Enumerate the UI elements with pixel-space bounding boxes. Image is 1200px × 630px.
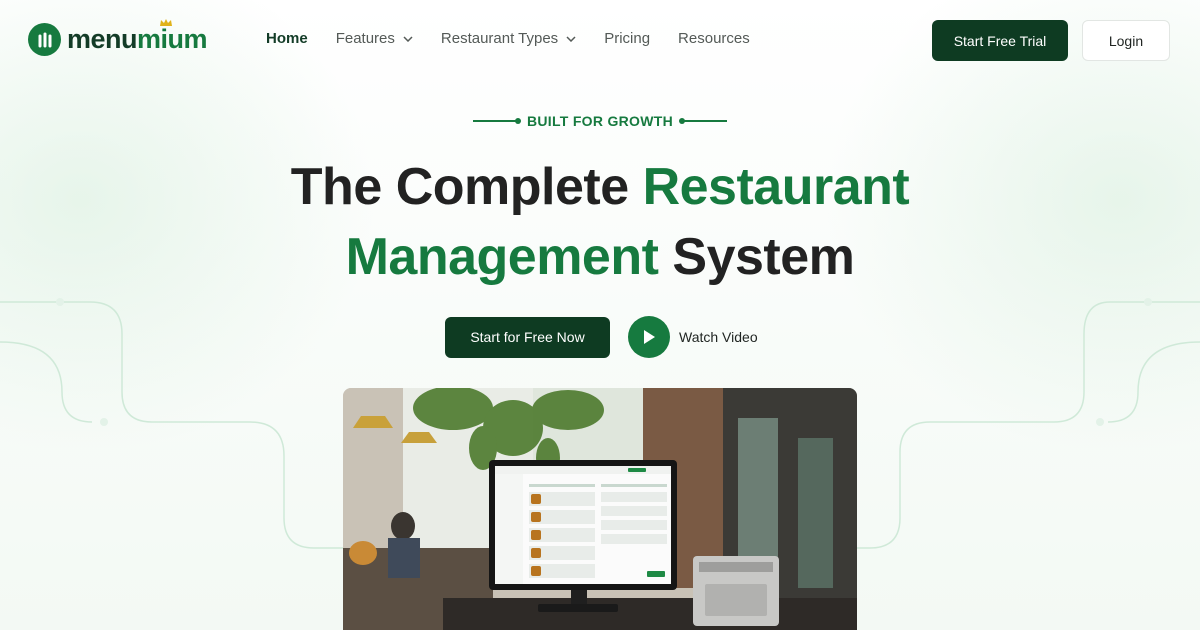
nav-item-label: Features bbox=[335, 30, 395, 47]
nav-item-restaurant-types[interactable]: Restaurant Types bbox=[441, 30, 576, 47]
watch-video-button[interactable]: Watch Video bbox=[628, 316, 758, 358]
nav-links: Home Features Restaurant Types Pricing R… bbox=[266, 30, 778, 47]
restaurant-pos-photo bbox=[343, 388, 857, 630]
eyebrow-line-left bbox=[472, 118, 521, 124]
nav-item-label: Restaurant Types bbox=[440, 30, 559, 47]
start-free-trial-button[interactable]: Start Free Trial bbox=[932, 20, 1068, 61]
watch-video-label: Watch Video bbox=[679, 329, 758, 345]
nav-item-label: Home bbox=[266, 30, 308, 47]
play-icon bbox=[628, 316, 670, 358]
top-navigation: menumium Home Features Restaurant Types … bbox=[0, 0, 1200, 80]
chevron-down-icon bbox=[566, 35, 576, 42]
brand-logo[interactable]: menumium bbox=[28, 19, 208, 56]
hero-title-part4: System bbox=[658, 228, 855, 286]
nav-item-label: Resources bbox=[678, 30, 750, 47]
menumium-logo-icon bbox=[28, 23, 61, 56]
start-for-free-button[interactable]: Start for Free Now bbox=[445, 316, 610, 358]
nav-item-features[interactable]: Features bbox=[336, 30, 413, 47]
eyebrow-line-right bbox=[679, 118, 728, 124]
hero-title-part2: Restaurant bbox=[642, 158, 910, 216]
nav-item-label: Pricing bbox=[604, 30, 651, 47]
nav-item-pricing[interactable]: Pricing bbox=[604, 30, 650, 47]
hero-title: The Complete Restaurant Management Syste… bbox=[0, 152, 1200, 292]
login-button[interactable]: Login bbox=[1082, 20, 1170, 61]
eyebrow-text: BUILT FOR GROWTH bbox=[526, 113, 674, 129]
hero-title-part3: Management bbox=[345, 228, 659, 286]
brand-wordmark: menumium bbox=[67, 19, 208, 55]
crown-icon bbox=[160, 19, 172, 26]
hero-title-part1: The Complete bbox=[290, 158, 643, 216]
nav-item-resources[interactable]: Resources bbox=[678, 30, 750, 47]
hero-eyebrow: BUILT FOR GROWTH bbox=[0, 113, 1200, 129]
hero-cta-row: Start for Free Now Watch Video bbox=[445, 316, 758, 358]
chevron-down-icon bbox=[403, 35, 413, 42]
nav-item-home[interactable]: Home bbox=[266, 30, 308, 47]
